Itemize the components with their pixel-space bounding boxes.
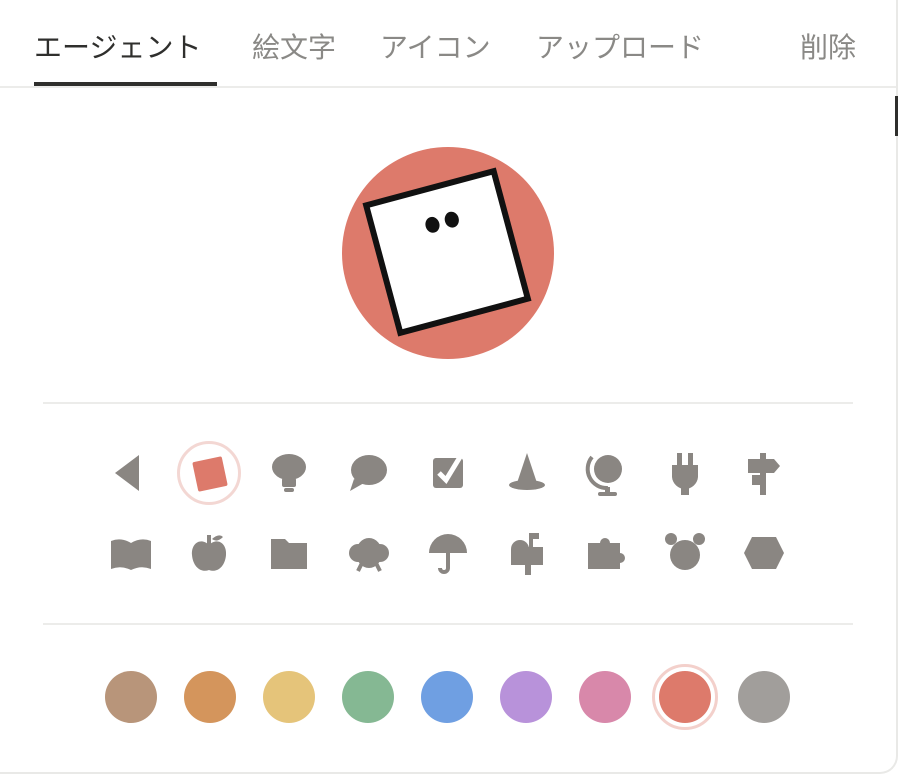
agent-preview-avatar	[342, 147, 554, 359]
cloud-icon	[349, 538, 389, 572]
triangle-icon	[115, 455, 139, 491]
apple-icon-option[interactable]	[179, 523, 239, 583]
tab-bar: エージェント 絵文字 アイコン アップロード 削除	[0, 0, 896, 88]
tab-agent[interactable]: エージェント	[34, 26, 201, 66]
signpost-icon-option[interactable]	[734, 443, 794, 503]
agent-icon-picker-panel: エージェント 絵文字 アイコン アップロード 削除	[0, 0, 898, 774]
cloud-icon-option[interactable]	[338, 523, 398, 583]
apple-icon	[191, 535, 227, 571]
square-icon	[192, 456, 228, 492]
tab-upload[interactable]: アップロード	[536, 26, 704, 66]
divider-colors	[43, 623, 853, 625]
hexagon-icon	[744, 537, 784, 569]
lightbulb-icon-option[interactable]	[259, 443, 319, 503]
divider-preview	[43, 402, 853, 404]
color-swatch[interactable]	[421, 671, 473, 723]
color-swatch[interactable]	[342, 671, 394, 723]
umbrella-icon-option[interactable]	[418, 523, 478, 583]
umbrella-icon	[429, 534, 467, 574]
color-swatch[interactable]	[184, 671, 236, 723]
speech-bubble-icon-option[interactable]	[338, 443, 398, 503]
active-tab-indicator	[34, 82, 217, 86]
checkbox-icon	[433, 455, 463, 488]
mailbox-icon	[511, 533, 543, 575]
color-swatch[interactable]	[500, 671, 552, 723]
witch-hat-icon-option[interactable]	[497, 443, 557, 503]
lightbulb-icon	[272, 454, 306, 492]
tab-emoji[interactable]: 絵文字	[252, 26, 336, 66]
triangle-icon-option[interactable]	[101, 443, 161, 503]
remove-button[interactable]: 削除	[800, 26, 856, 66]
globe-icon-option[interactable]	[576, 443, 636, 503]
speech-bubble-icon	[350, 455, 387, 491]
square-icon-option[interactable]	[177, 441, 241, 505]
alarm-clock-icon-option[interactable]	[655, 523, 715, 583]
color-swatch[interactable]	[659, 671, 711, 723]
signpost-icon	[748, 453, 780, 495]
folder-icon-option[interactable]	[259, 523, 319, 583]
globe-icon	[585, 455, 622, 496]
witch-hat-icon	[509, 453, 545, 490]
puzzle-icon-option[interactable]	[576, 523, 636, 583]
color-swatch[interactable]	[105, 671, 157, 723]
folder-icon	[271, 539, 307, 569]
book-icon	[111, 539, 151, 570]
mailbox-icon-option[interactable]	[497, 523, 557, 583]
hexagon-icon-option[interactable]	[734, 523, 794, 583]
book-icon-option[interactable]	[101, 523, 161, 583]
puzzle-icon	[588, 538, 625, 569]
color-swatch[interactable]	[738, 671, 790, 723]
plug-icon-option[interactable]	[655, 443, 715, 503]
color-swatch[interactable]	[263, 671, 315, 723]
tab-icon[interactable]: アイコン	[380, 26, 491, 66]
color-swatch[interactable]	[579, 671, 631, 723]
alarm-clock-icon	[665, 533, 705, 570]
checkbox-icon-option[interactable]	[418, 443, 478, 503]
plug-icon	[672, 453, 698, 495]
